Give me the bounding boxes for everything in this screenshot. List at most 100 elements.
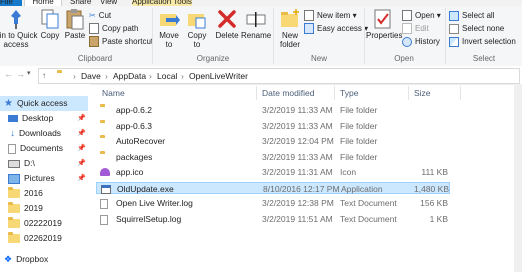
pin-icon: 📌	[77, 115, 86, 122]
file-size: 1 KB	[429, 213, 448, 224]
select-none-label: Select none	[462, 24, 505, 33]
easy-access-icon	[304, 23, 314, 35]
file-list: Name Date modified Type Size app-0.6.2 3/…	[90, 84, 522, 272]
column-header-size[interactable]: Size	[414, 88, 431, 98]
copy-path-label: Copy path	[102, 24, 139, 33]
history-button[interactable]: History	[402, 36, 440, 47]
breadcrumb-appdata[interactable]: AppData	[113, 71, 146, 81]
file-name: packages	[116, 151, 153, 162]
paste-shortcut-button[interactable]: Paste shortcut	[89, 36, 154, 48]
breadcrumb-openlivewriter[interactable]: OpenLiveWriter	[189, 71, 248, 81]
open-label: Open	[415, 11, 435, 20]
text-file-icon	[100, 199, 108, 209]
paste-button[interactable]: Paste	[63, 6, 87, 40]
image-icon	[100, 168, 110, 176]
easy-access-button[interactable]: Easy access ▾	[304, 23, 368, 35]
table-row[interactable]: OldUpdate.exe 8/10/2016 12:17 PM Applicati…	[96, 181, 450, 194]
column-divider[interactable]	[256, 86, 257, 100]
file-name: app-0.6.3	[116, 120, 152, 131]
scissors-icon: ✂	[89, 11, 96, 21]
paste-shortcut-label: Paste shortcut	[102, 37, 154, 46]
new-group-label: New	[310, 54, 327, 63]
nav-quick-access[interactable]: ★ Quick access	[0, 96, 88, 111]
breadcrumb-local[interactable]: Local	[157, 71, 177, 81]
file-date-modified: 3/2/2019 12:04 PM	[262, 136, 334, 146]
file-date-modified: 3/2/2019 11:31 AM	[262, 167, 333, 177]
move-to-label: Move to	[159, 31, 179, 49]
file-type: File folder	[340, 151, 378, 162]
column-divider[interactable]	[460, 86, 461, 100]
copy-to-button[interactable]: Copy to	[184, 6, 210, 49]
breadcrumb-separator-icon: ›	[73, 71, 76, 81]
column-header-date-modified[interactable]: Date modified	[262, 88, 314, 98]
copy-path-button[interactable]: Copy path	[89, 23, 139, 35]
column-header-type[interactable]: Type	[340, 88, 358, 98]
file-type: File folder	[340, 136, 378, 146]
chevron-down-icon: ▾	[434, 11, 441, 20]
nav-item-documents[interactable]: Documents 📌	[4, 141, 88, 156]
up-arrow-icon[interactable]: ↑	[42, 71, 46, 80]
nav-item-downloads[interactable]: ↓ Downloads 📌	[4, 126, 88, 141]
back-arrow-icon[interactable]: ←	[4, 69, 13, 79]
file-size: 111 KB	[421, 167, 448, 177]
table-row[interactable]: app-0.6.2 3/2/2019 11:33 AM File folder	[96, 104, 450, 116]
folder-icon	[8, 217, 20, 229]
column-header-name[interactable]: Name	[102, 88, 125, 98]
nav-item-d-drive[interactable]: D:\ 📌	[4, 156, 88, 171]
rename-button[interactable]: Rename	[241, 6, 271, 40]
recent-locations-chevron-icon[interactable]: ▾	[27, 69, 31, 77]
pin-icon: 📌	[77, 145, 86, 152]
easy-access-label: Easy access	[317, 24, 362, 33]
address-bar[interactable]: ↑ › Dave › AppData › Local › OpenLiveWri…	[38, 68, 520, 84]
cut-button[interactable]: ✂ Cut	[89, 10, 111, 21]
nav-item-02222019[interactable]: 02222019	[4, 216, 88, 231]
column-divider[interactable]	[334, 86, 335, 100]
pin-icon	[11, 10, 21, 29]
breadcrumb-dave[interactable]: Dave	[81, 71, 101, 81]
vertical-scrollbar[interactable]	[514, 84, 522, 272]
edit-button[interactable]: Edit	[402, 23, 429, 35]
nav-item-desktop[interactable]: Desktop 📌	[4, 111, 88, 126]
delete-label: Delete	[215, 31, 239, 40]
table-row[interactable]: SquirrelSetup.log 3/2/2019 11:51 AM Text D…	[96, 213, 450, 225]
cut-label: Cut	[98, 11, 112, 20]
new-item-icon	[304, 10, 314, 22]
file-date-modified: 3/2/2019 11:33 AM	[262, 151, 333, 162]
file-type: File folder	[340, 105, 378, 115]
move-to-button[interactable]: Move to	[156, 6, 182, 49]
history-label: History	[415, 37, 440, 46]
nav-item-pictures[interactable]: Pictures 📌	[4, 171, 88, 186]
invert-selection-button[interactable]: Invert selection	[449, 36, 516, 47]
new-item-button[interactable]: New item ▾	[304, 10, 357, 22]
open-icon	[402, 10, 412, 22]
copy-button[interactable]: Copy	[38, 6, 62, 40]
address-bar-row: ← → ▾ ↑ › Dave › AppData › Local › OpenL…	[0, 66, 522, 85]
select-all-button[interactable]: Select all	[449, 10, 494, 21]
new-folder-button[interactable]: New folder	[276, 6, 304, 49]
table-row[interactable]: AutoRecover 3/2/2019 12:04 PM File folder	[96, 135, 450, 147]
nav-item-dropbox[interactable]: ❖ Dropbox	[0, 252, 84, 267]
select-all-icon	[449, 10, 459, 21]
column-divider[interactable]	[408, 86, 409, 100]
edit-label: Edit	[415, 24, 429, 33]
file-type: Application	[341, 183, 383, 194]
table-row[interactable]: packages 3/2/2019 11:33 AM File folder	[96, 151, 450, 163]
select-none-button[interactable]: Select none	[449, 23, 504, 34]
nav-item-02262019[interactable]: 02262019	[4, 231, 88, 246]
file-date-modified: 3/2/2019 11:51 AM	[262, 213, 333, 224]
pin-quick-access-button[interactable]: Pin to Quick access	[0, 6, 38, 49]
nav-item-label: Documents	[20, 143, 63, 153]
delete-button[interactable]: Delete	[214, 6, 240, 40]
forward-arrow-icon[interactable]: →	[16, 69, 25, 79]
open-button[interactable]: Open ▾	[402, 10, 441, 22]
nav-item-2016[interactable]: 2016	[4, 186, 88, 201]
table-row[interactable]: Open Live Writer.log 3/2/2019 12:38 PM Tex…	[96, 197, 450, 209]
application-icon	[101, 184, 111, 194]
nav-item-2019[interactable]: 2019	[4, 201, 88, 216]
properties-button[interactable]: Properties	[366, 6, 402, 40]
table-row[interactable]: app-0.6.3 3/2/2019 11:33 AM File folder	[96, 120, 450, 132]
paste-label: Paste	[64, 31, 86, 40]
table-row[interactable]: app.ico 3/2/2019 11:31 AM Icon 111 KB	[96, 166, 450, 178]
file-name: SquirrelSetup.log	[116, 213, 182, 224]
delete-icon	[218, 10, 236, 28]
